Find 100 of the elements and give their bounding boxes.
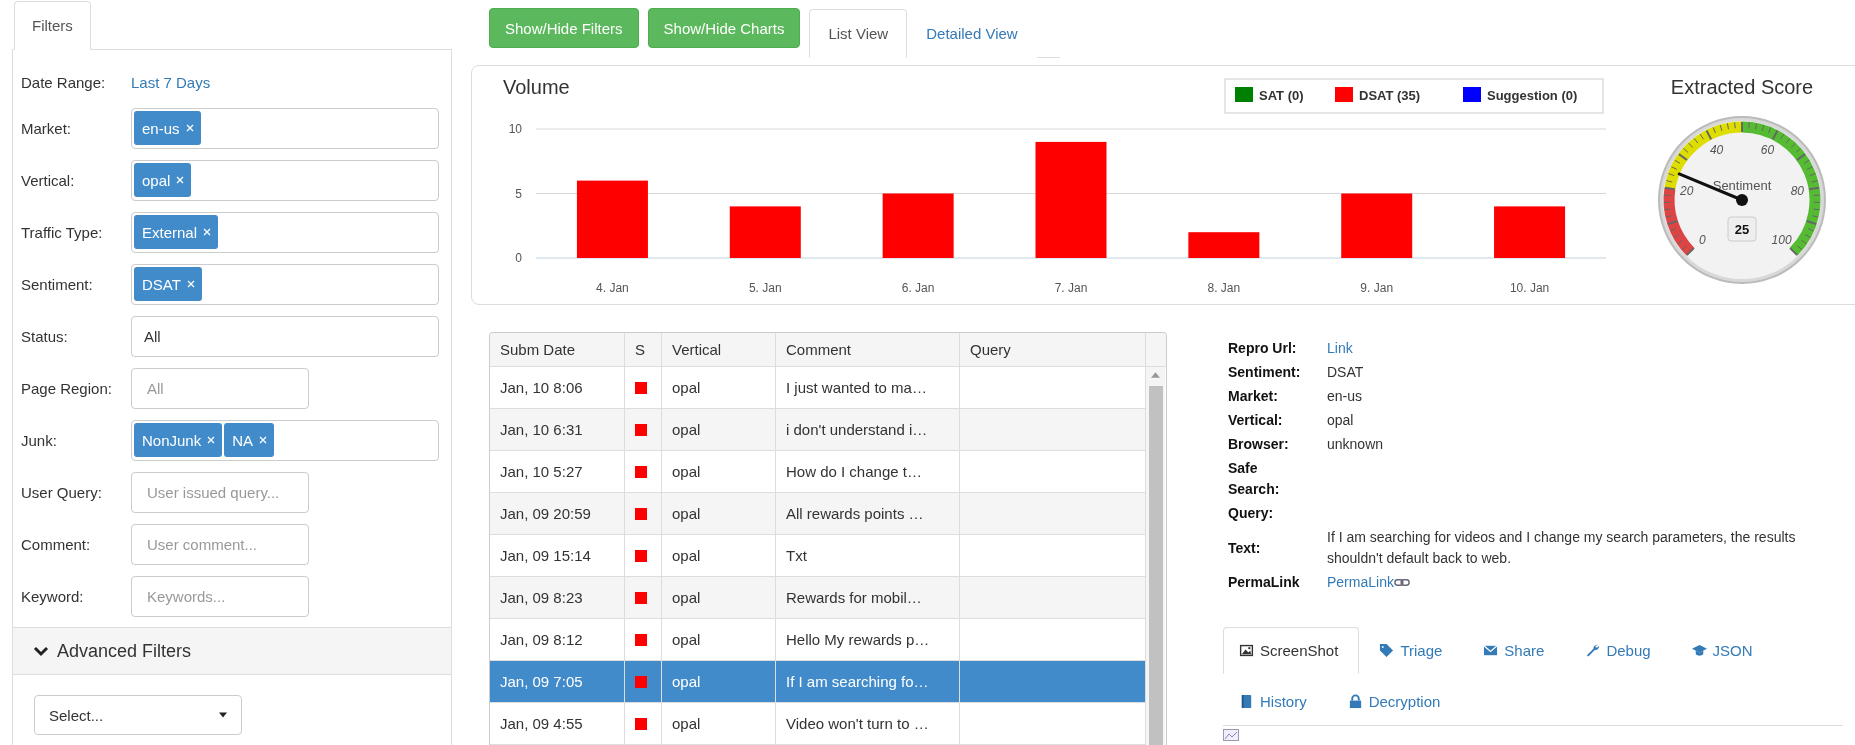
permalink-link[interactable]: PermaLink (1327, 574, 1394, 590)
tag-input-field[interactable]: External (131, 211, 439, 253)
close-icon[interactable] (185, 279, 196, 289)
close-icon[interactable] (258, 435, 269, 445)
filter-input[interactable]: All (131, 367, 309, 409)
detail-value: If I am searching for videos and I change my search parameters, the results shouldn't default back to web. (1327, 528, 1797, 568)
detail-label: Query: (1228, 504, 1275, 523)
filter-tag[interactable]: External (134, 215, 219, 249)
gauge-tick-label: 80 (1790, 184, 1804, 199)
detail-value: DSAT (1327, 363, 1365, 382)
y-tick-label: 10 (508, 122, 522, 136)
filter-label: Sentiment: (21, 275, 94, 293)
gauge-tick-label: 40 (1709, 143, 1724, 158)
tag-input-field[interactable]: DSAT (131, 263, 439, 305)
table-cell: opal (662, 661, 776, 702)
repro-link[interactable]: Link (1327, 338, 1848, 359)
x-tick-label: 5. Jan (748, 281, 782, 295)
table-cell: Jan, 09 4:55 (490, 703, 625, 744)
gauge-title: Extracted Score (1670, 76, 1814, 98)
advanced-filters-header[interactable]: Advanced Filters (13, 627, 451, 675)
detail-label: Market: (1228, 387, 1279, 406)
view-tab[interactable]: List View (809, 9, 908, 58)
table-cell: Jan, 09 20:59 (490, 493, 625, 534)
column-header[interactable]: Vertical (662, 333, 776, 366)
tag-input-field[interactable]: en-us (131, 107, 439, 149)
table-cell: Txt (776, 535, 960, 576)
close-icon[interactable] (206, 435, 217, 445)
filter-label: Traffic Type: (21, 223, 104, 241)
advanced-select[interactable]: Select... (34, 695, 242, 735)
table-cell: Video won't turn to … (776, 703, 960, 744)
link-icon (1393, 578, 1410, 587)
scroll-up-icon[interactable] (1151, 372, 1160, 378)
detail-value: opal (1327, 411, 1355, 430)
tag-icon (1379, 643, 1395, 658)
filter-tag[interactable]: opal (134, 163, 192, 197)
table-cell: Jan, 09 8:12 (490, 619, 625, 660)
table-cell: Jan, 09 7:05 (490, 661, 625, 702)
legend-label: DSAT (35) (1359, 88, 1421, 103)
filter-tag[interactable]: DSAT (134, 267, 202, 301)
filter-label: Vertical: (21, 171, 76, 189)
close-icon[interactable] (175, 175, 186, 185)
filter-label: Comment: (21, 535, 92, 553)
filter-tag[interactable]: en-us (134, 111, 201, 145)
table-row[interactable]: Jan, 10 6:31 opal i don't understand i… (490, 409, 1146, 451)
filter-label: Keyword: (21, 587, 85, 605)
legend-label: SAT (0) (1259, 88, 1304, 103)
wrench-icon (1585, 643, 1601, 658)
x-tick-label: 10. Jan (1509, 281, 1550, 295)
detail-tab[interactable]: ScreenShot (1223, 627, 1360, 674)
table-row[interactable]: Jan, 10 8:06 opal I just wanted to ma… (490, 367, 1146, 409)
gauge-reading: 25 (1734, 222, 1750, 237)
filter-input[interactable]: User issued query... (131, 471, 309, 513)
table-row[interactable]: Jan, 09 20:59 opal All rewards points … (490, 493, 1146, 535)
table-cell: I just wanted to ma… (776, 367, 960, 408)
table-row[interactable]: Jan, 09 15:14 opal Txt (490, 535, 1146, 577)
graduation-cap-icon (1691, 643, 1707, 658)
envelope-icon (1483, 643, 1499, 658)
table-row[interactable]: Jan, 09 7:05 opal If I am searching fo… (490, 661, 1146, 703)
caret-icon (219, 712, 227, 718)
close-icon[interactable] (184, 123, 195, 133)
detail-label: Text: (1228, 538, 1262, 558)
column-header[interactable]: S (625, 333, 662, 366)
filter-label: Junk: (21, 431, 58, 449)
toggle-button[interactable]: Show/Hide Charts (647, 8, 801, 48)
y-tick-label: 0 (515, 251, 522, 265)
filter-tag[interactable]: NA (224, 423, 275, 457)
broken-image-icon (1223, 729, 1239, 741)
detail-label: Safe Search: (1228, 459, 1281, 499)
tag-input-field[interactable]: opal (131, 159, 439, 201)
table-cell: Jan, 10 6:31 (490, 409, 625, 450)
filter-input[interactable]: Keywords... (131, 575, 309, 617)
table-cell: opal (662, 619, 776, 660)
table-cell: opal (662, 367, 776, 408)
gauge-label: Sentiment (1712, 178, 1772, 193)
column-header[interactable]: Query (960, 333, 1146, 366)
image-icon (1239, 643, 1254, 658)
gauge-reading-box (1727, 216, 1757, 242)
bar (729, 206, 801, 258)
table-row[interactable]: Jan, 09 8:12 opal Hello My rewards p… (490, 619, 1146, 661)
column-header[interactable]: Comment (776, 333, 960, 366)
close-icon[interactable] (202, 227, 213, 237)
table-row[interactable]: Jan, 10 5:27 opal How do I change t… (490, 451, 1146, 493)
filter-input[interactable]: User comment... (131, 523, 309, 565)
bar (882, 193, 954, 258)
scrollbar[interactable] (1146, 367, 1165, 745)
legend-label: Suggestion (0) (1487, 88, 1578, 103)
table-cell: If I am searching fo… (776, 661, 960, 702)
filters-tab[interactable]: Filters (14, 1, 91, 50)
column-header[interactable]: Subm Date (490, 333, 625, 366)
tag-input-field[interactable]: NonJunk NA (131, 419, 439, 461)
y-tick-label: 5 (515, 186, 522, 201)
detail-label: PermaLink (1228, 573, 1301, 592)
status-select[interactable]: All (131, 315, 439, 357)
table-row[interactable]: Jan, 09 8:23 opal Rewards for mobil… (490, 577, 1146, 619)
x-tick-label: 9. Jan (1360, 281, 1394, 295)
date-range-link[interactable]: Last 7 Days (131, 73, 211, 91)
table-row[interactable]: Jan, 09 4:55 opal Video won't turn to … (490, 703, 1146, 745)
toggle-button[interactable]: Show/Hide Filters (489, 8, 639, 48)
table-cell: opal (662, 703, 776, 744)
filter-tag[interactable]: NonJunk (134, 423, 223, 457)
